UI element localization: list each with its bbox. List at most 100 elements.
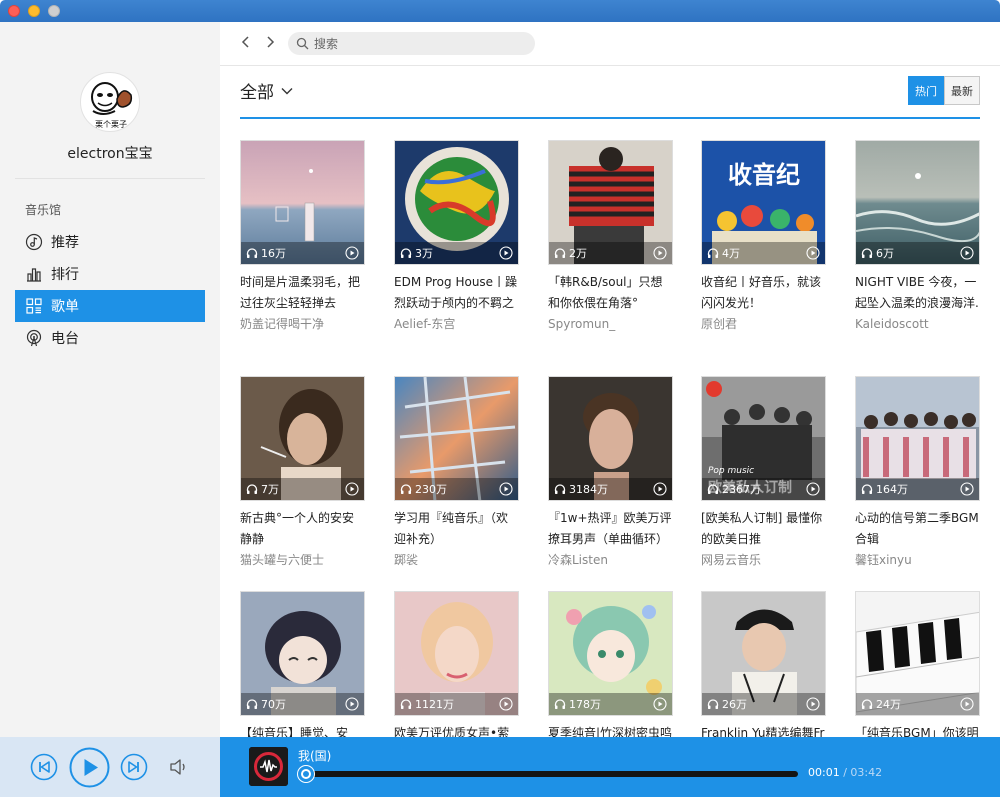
volume-icon[interactable] (169, 758, 189, 776)
playlist-card[interactable]: 3184万 『1w+热评』欧美万评撩耳男声（单曲循环） 冷森Listen (548, 376, 673, 570)
playlist-cover[interactable]: 164万 (855, 376, 980, 501)
playlist-title[interactable]: 心动的信号第二季BGM合辑 (855, 508, 980, 550)
playlist-cover[interactable]: 230万 (394, 376, 519, 501)
play-circle-icon[interactable] (806, 482, 820, 496)
play-circle-icon[interactable] (653, 246, 667, 260)
headphones-icon (861, 248, 873, 258)
headphones-icon (707, 699, 719, 709)
play-circle-icon[interactable] (806, 246, 820, 260)
avatar[interactable]: 栗个栗子 (80, 72, 140, 132)
minimize-window-button[interactable] (28, 5, 40, 17)
play-circle-icon[interactable] (345, 482, 359, 496)
playlist-author[interactable]: 踯裟 (394, 550, 519, 570)
progress-bar[interactable] (300, 771, 798, 777)
play-circle-icon[interactable] (653, 697, 667, 711)
playlist-cover[interactable]: 70万 (240, 591, 365, 716)
playlist-cover[interactable]: 收音纪 4万 (701, 140, 826, 265)
play-circle-icon[interactable] (653, 482, 667, 496)
bar-chart-icon (27, 268, 41, 282)
play-circle-icon[interactable] (499, 246, 513, 260)
username: electron宝宝 (67, 146, 153, 162)
sidebar-item-ranking[interactable]: 排行 (15, 258, 205, 290)
playlist-title[interactable]: 新古典°一个人的安安静静 (240, 508, 365, 550)
playlist-card[interactable]: Pop music 欧美私人订制 2367万 [欧美私人订制] 最懂你的欧美日推 … (701, 376, 826, 570)
playlist-cover[interactable]: 6万 (855, 140, 980, 265)
playlist-title[interactable]: [欧美私人订制] 最懂你的欧美日推 (701, 508, 826, 550)
playlist-cover[interactable]: Pop music 欧美私人订制 2367万 (701, 376, 826, 501)
playlist-card[interactable]: 6万 NIGHT VIBE 今夜，一起坠入温柔的浪漫海洋. Kaleidosco… (855, 140, 980, 334)
playlist-cover[interactable]: 2万 (548, 140, 673, 265)
album-art[interactable] (249, 747, 288, 786)
play-count-overlay: 2万 (549, 242, 672, 264)
play-circle-icon[interactable] (499, 482, 513, 496)
playlist-cover[interactable]: 3万 (394, 140, 519, 265)
playlist-title[interactable]: 【纯音乐】睡觉、安 (240, 723, 365, 737)
zoom-window-button[interactable] (48, 5, 60, 17)
progress-knob[interactable] (298, 766, 314, 782)
playlist-card[interactable]: 70万 【纯音乐】睡觉、安 (240, 591, 365, 737)
play-circle-icon[interactable] (960, 246, 974, 260)
playlist-card[interactable]: 16万 时间是片温柔羽毛，把过往灰尘轻轻掸去 奶盖记得喝干净 (240, 140, 365, 334)
playlist-card[interactable]: 164万 心动的信号第二季BGM合辑 馨钰xinyu (855, 376, 980, 570)
playlist-card[interactable]: 178万 夏季纯音|竹深树密虫鸣 (548, 591, 673, 737)
playlist-author[interactable]: 奶盖记得喝干净 (240, 314, 365, 334)
play-circle-icon[interactable] (345, 697, 359, 711)
sort-new-button[interactable]: 最新 (944, 76, 980, 105)
play-circle-icon[interactable] (499, 697, 513, 711)
player-controls (0, 737, 220, 797)
playlist-title[interactable]: 收音纪丨好音乐，就该闪闪发光！ (701, 272, 826, 314)
playlist-title[interactable]: 『1w+热评』欧美万评撩耳男声（单曲循环） (548, 508, 673, 550)
playlist-author[interactable]: 冷森Listen (548, 550, 673, 570)
playlist-card[interactable]: 1121万 欧美万评优质女声•萦绕 (394, 591, 519, 737)
next-track-icon[interactable] (120, 753, 148, 781)
play-circle-icon[interactable] (960, 697, 974, 711)
back-arrow-icon[interactable] (238, 34, 254, 50)
playlist-title[interactable]: 欧美万评优质女声•萦绕 (394, 723, 519, 737)
playlist-title[interactable]: 学习用『纯音乐』（欢迎补充） (394, 508, 519, 550)
playlist-card[interactable]: 3万 EDM Prog House丨躁烈跃动于颅内的不羁之火 Aelief-东宫 (394, 140, 519, 334)
sidebar-item-radio[interactable]: 电台 (15, 322, 205, 354)
playlist-cover[interactable]: 24万 (855, 591, 980, 716)
playlist-cover[interactable]: 3184万 (548, 376, 673, 501)
playlist-cover[interactable]: 26万 (701, 591, 826, 716)
playlist-card[interactable]: 24万 「纯音乐BGM」你该明 (855, 591, 980, 737)
playlist-title[interactable]: Franklin Yu精选编舞Fr (701, 723, 826, 737)
forward-arrow-icon[interactable] (262, 34, 278, 50)
play-circle-icon[interactable] (345, 246, 359, 260)
sidebar-item-playlists[interactable]: 歌单 (15, 290, 205, 322)
playlist-cover[interactable]: 7万 (240, 376, 365, 501)
category-filter[interactable]: 全部 (240, 78, 294, 103)
playlist-cover[interactable]: 178万 (548, 591, 673, 716)
play-circle-icon[interactable] (960, 482, 974, 496)
playlist-card[interactable]: 230万 学习用『纯音乐』（欢迎补充） 踯裟 (394, 376, 519, 570)
playlist-cover[interactable]: 16万 (240, 140, 365, 265)
playlist-title[interactable]: NIGHT VIBE 今夜，一起坠入温柔的浪漫海洋. (855, 272, 980, 314)
play-circle-icon[interactable] (806, 697, 820, 711)
playlist-title[interactable]: EDM Prog House丨躁烈跃动于颅内的不羁之火 (394, 272, 519, 314)
playlist-title[interactable]: 「韩R&B/soul」只想和你依偎在角落° (548, 272, 673, 314)
sidebar-item-recommend[interactable]: 推荐 (15, 226, 205, 258)
playlist-title[interactable]: 「纯音乐BGM」你该明 (855, 723, 980, 737)
playlist-card[interactable]: 7万 新古典°一个人的安安静静 猫头罐与六便士 (240, 376, 365, 570)
playlist-author[interactable]: Aelief-东宫 (394, 314, 519, 334)
playlist-author[interactable]: Spyromun_ (548, 314, 673, 334)
playlist-author[interactable]: 网易云音乐 (701, 550, 826, 570)
sort-hot-button[interactable]: 热门 (908, 76, 944, 105)
playlist-author[interactable]: 馨钰xinyu (855, 550, 980, 570)
playlist-author[interactable]: 原创君 (701, 314, 826, 334)
search-input[interactable]: 搜索 (288, 32, 535, 55)
play-button-icon[interactable] (69, 747, 110, 788)
playlist-card[interactable]: 26万 Franklin Yu精选编舞Fr (701, 591, 826, 737)
playlist-author[interactable]: Kaleidoscott (855, 314, 980, 334)
playlist-cover[interactable]: 1121万 (394, 591, 519, 716)
play-count: 2367万 (722, 483, 761, 496)
play-count-overlay: 3万 (395, 242, 518, 264)
playlist-card[interactable]: 收音纪 4万 收音纪丨好音乐，就该闪闪发光！ 原创君 (701, 140, 826, 334)
close-window-button[interactable] (8, 5, 20, 17)
playlist-title[interactable]: 时间是片温柔羽毛，把过往灰尘轻轻掸去 (240, 272, 365, 314)
playlist-card[interactable]: 2万 「韩R&B/soul」只想和你依偎在角落° Spyromun_ (548, 140, 673, 334)
playlist-title[interactable]: 夏季纯音|竹深树密虫鸣 (548, 723, 673, 737)
play-count-overlay: 1121万 (395, 693, 518, 715)
playlist-author[interactable]: 猫头罐与六便士 (240, 550, 365, 570)
previous-track-icon[interactable] (30, 753, 58, 781)
